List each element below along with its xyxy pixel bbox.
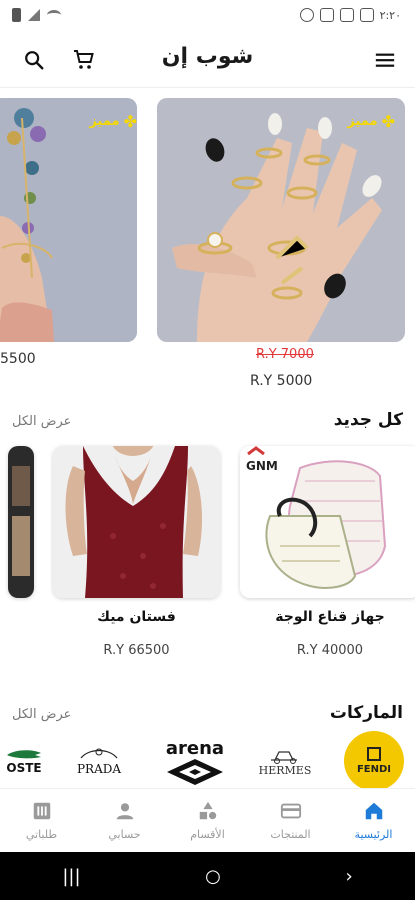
featured-badge: مميز ✤	[347, 112, 395, 131]
hamburger-icon	[375, 53, 395, 67]
brand-arena[interactable]: arena	[160, 731, 230, 788]
nav-orders[interactable]: طلباتي	[0, 789, 83, 852]
system-nav-bar: ||| ○ ›	[0, 852, 415, 900]
categories-icon	[197, 800, 219, 822]
status-bar: ٢:٢٠	[0, 0, 415, 32]
offer-price: 5500	[0, 351, 36, 367]
featured-badge: مميز ✤	[89, 112, 137, 131]
nav-label: المنتجات	[270, 828, 311, 841]
product-name: فستان ميك	[97, 609, 176, 625]
brand-tag: GNM	[246, 459, 278, 473]
sparkle-icon: ✤	[123, 112, 137, 131]
app-title: شوب إن	[161, 44, 254, 69]
offer-card[interactable]: مميز ✤	[157, 98, 405, 342]
battery-icon	[12, 8, 21, 22]
brand-name: OSTE	[6, 761, 42, 775]
app-bar: شوب إن	[0, 32, 415, 88]
product-price: R.Y 66500	[103, 643, 170, 658]
back-chevron-icon[interactable]: ›	[345, 866, 352, 887]
nav-label: الأقسام	[190, 828, 225, 841]
arena-diamond-icon	[167, 758, 223, 785]
home-circle-icon[interactable]: ○	[205, 866, 221, 887]
product-image	[8, 446, 34, 598]
status-time: ٢:٢٠	[379, 8, 401, 22]
nav-label: طلباتي	[25, 828, 58, 841]
home-content[interactable]: مميز ✤ مميز ✤ R.Y 7000 R.Y 5000 5500 كل …	[0, 88, 415, 788]
sparkle-icon: ✤	[381, 112, 395, 131]
account-icon	[114, 800, 136, 822]
menu-button[interactable]	[369, 44, 401, 76]
crocodile-icon	[7, 750, 41, 759]
brand-prada[interactable]: PRADA	[68, 731, 130, 788]
product-card[interactable]	[8, 446, 34, 598]
brand-name: HERMES	[258, 763, 312, 777]
bottom-nav: الرئيسية المنتجات الأقسام حسابي طلباتي	[0, 788, 415, 852]
nav-home[interactable]: الرئيسية	[332, 789, 415, 852]
recents-icon[interactable]: |||	[62, 866, 80, 887]
wifi-icon	[47, 10, 61, 20]
whatsapp-icon	[299, 8, 314, 22]
brand-hermes[interactable]: HERMES	[250, 731, 320, 788]
dress-product-image	[53, 446, 220, 598]
nav-account[interactable]: حسابي	[83, 789, 166, 852]
prada-crest-icon	[80, 748, 118, 759]
products-icon	[280, 800, 302, 822]
face-mask-product-image: GNM	[240, 446, 415, 598]
featured-badge-label: مميز	[347, 114, 378, 129]
signal-icon	[28, 9, 40, 21]
new-section-title: كل جديد	[333, 410, 403, 430]
brand-name: arena	[165, 737, 225, 759]
old-price: R.Y 7000	[256, 347, 314, 362]
fendi-logo-icon	[367, 747, 381, 761]
rings-product-image	[157, 98, 405, 342]
new-view-all-link[interactable]: عرض الكل	[12, 414, 71, 429]
nav-categories[interactable]: الأقسام	[166, 789, 249, 852]
anklet-product-image	[0, 98, 137, 342]
brands-section-title: الماركات	[329, 703, 403, 723]
brand-name: FENDI	[356, 764, 392, 775]
product-name: جهاز قناع الوجة	[275, 609, 385, 625]
brand-fendi[interactable]: FENDI	[344, 731, 404, 788]
hermes-carriage-icon	[271, 750, 297, 764]
gallery-icon	[339, 8, 354, 22]
orders-icon	[31, 800, 53, 822]
status-icons-right: ٢:٢٠	[299, 8, 401, 22]
home-icon	[363, 800, 385, 822]
offer-card[interactable]: مميز ✤	[0, 98, 137, 342]
featured-badge-label: مميز	[89, 114, 120, 129]
offer-price: R.Y 5000	[250, 373, 313, 389]
status-icons-left	[12, 8, 61, 22]
brand-lacoste[interactable]: OSTE	[4, 731, 44, 788]
brand-name: PRADA	[76, 762, 122, 776]
product-card[interactable]: GNM	[240, 446, 415, 598]
message-icon	[319, 8, 334, 22]
notification-icon	[359, 8, 374, 22]
nav-label: الرئيسية	[354, 828, 393, 841]
product-card[interactable]	[53, 446, 220, 598]
product-price: R.Y 40000	[296, 643, 364, 658]
nav-label: حسابي	[108, 828, 141, 841]
brands-view-all-link[interactable]: عرض الكل	[12, 707, 71, 722]
nav-products[interactable]: المنتجات	[249, 789, 332, 852]
